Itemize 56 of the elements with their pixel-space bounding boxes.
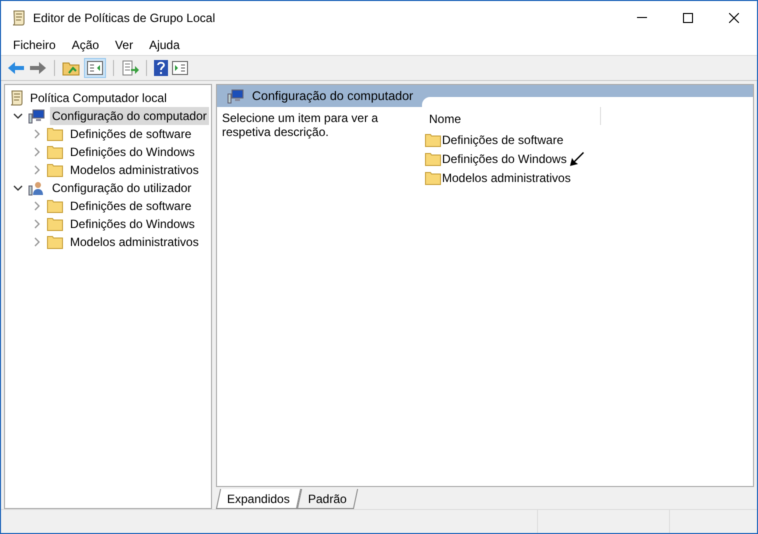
- tree-item[interactable]: Definições de software: [68, 197, 194, 215]
- details-title: Configuração do computador: [252, 88, 414, 105]
- folder-icon: [425, 170, 441, 184]
- policy-scroll-icon: [11, 10, 27, 26]
- column-header[interactable]: Nome: [425, 107, 601, 125]
- folder-icon: [425, 152, 441, 166]
- list-item[interactable]: Definições de software: [442, 130, 564, 148]
- back-arrow-icon[interactable]: [7, 61, 25, 75]
- expand-chevron-icon[interactable]: [32, 147, 42, 157]
- folder-icon: [47, 127, 63, 141]
- tree-root[interactable]: Política Computador local: [28, 89, 169, 107]
- tree-item[interactable]: Definições do Windows: [68, 143, 197, 161]
- properties-pane-icon[interactable]: [172, 61, 188, 75]
- folder-icon: [47, 217, 63, 231]
- mouse-pointer-icon: [569, 151, 585, 167]
- menu-item[interactable]: Ajuda: [141, 36, 188, 54]
- window-title: Editor de Políticas de Grupo Local: [33, 10, 216, 26]
- toggle-pane-button[interactable]: [84, 58, 106, 78]
- collapse-chevron-icon[interactable]: [13, 111, 23, 121]
- expand-chevron-icon[interactable]: [32, 165, 42, 175]
- folder-icon: [47, 163, 63, 177]
- help-icon[interactable]: [154, 60, 168, 76]
- list-item[interactable]: Definições do Windows: [442, 150, 567, 168]
- tree-item[interactable]: Configuração do computador: [50, 107, 209, 125]
- expand-chevron-icon[interactable]: [32, 237, 42, 247]
- policy-scroll-icon: [9, 90, 25, 106]
- menu-item[interactable]: Ação: [64, 36, 108, 54]
- folder-icon: [425, 132, 441, 146]
- expand-chevron-icon[interactable]: [32, 219, 42, 229]
- description-text: Selecione um item para ver a respetiva descrição.: [221, 110, 380, 141]
- menu-item[interactable]: Ver: [107, 36, 142, 54]
- tree-item[interactable]: Configuração do utilizador: [50, 179, 194, 197]
- collapse-chevron-icon[interactable]: [13, 183, 23, 193]
- expand-chevron-icon[interactable]: [32, 129, 42, 139]
- close-icon: [729, 12, 739, 22]
- maximize-icon: [683, 12, 693, 22]
- forward-arrow-icon[interactable]: [29, 61, 47, 75]
- folder-icon: [47, 235, 63, 249]
- tree-item[interactable]: Definições de software: [68, 125, 194, 143]
- user-icon: [28, 180, 45, 196]
- view-tab[interactable]: Padrão: [296, 489, 358, 509]
- tree-item[interactable]: Modelos administrativos: [68, 233, 201, 251]
- pane-icon: [87, 61, 103, 75]
- view-tab[interactable]: Expandidos: [216, 489, 301, 509]
- minimize-icon: [637, 17, 647, 18]
- up-folder-icon[interactable]: [62, 60, 80, 76]
- list-item[interactable]: Modelos administrativos: [442, 168, 571, 186]
- computer-icon: [227, 88, 244, 104]
- expand-chevron-icon[interactable]: [32, 201, 42, 211]
- menu-item[interactable]: Ficheiro: [5, 36, 64, 54]
- export-list-icon[interactable]: [121, 60, 139, 76]
- tree-item[interactable]: Definições do Windows: [68, 215, 197, 233]
- tree-item[interactable]: Modelos administrativos: [68, 161, 201, 179]
- computer-icon: [28, 108, 45, 124]
- folder-icon: [47, 199, 63, 213]
- folder-icon: [47, 145, 63, 159]
